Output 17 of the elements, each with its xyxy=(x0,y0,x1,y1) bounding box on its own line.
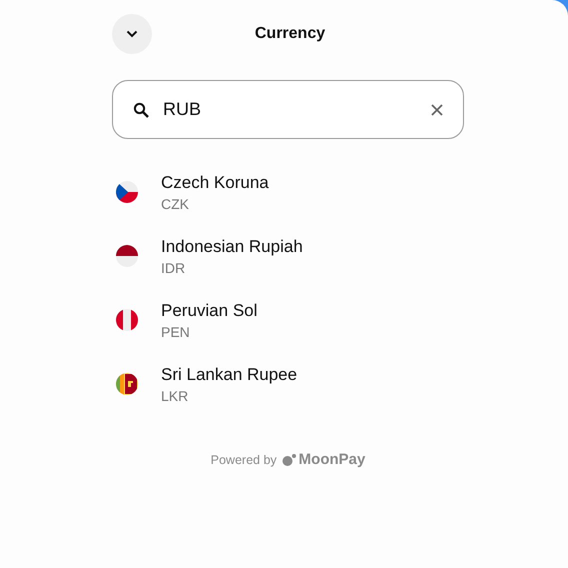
moon-logo-icon xyxy=(282,454,296,466)
currency-name[interactable]: Peruvian Sol xyxy=(161,300,258,320)
powered-by-label: Powered by xyxy=(210,452,277,466)
currency-name[interactable]: Czech Koruna xyxy=(161,172,269,192)
search-input[interactable]: RUB xyxy=(163,99,431,120)
search-field[interactable]: RUB xyxy=(112,80,464,139)
clear-icon[interactable] xyxy=(431,104,443,116)
currency-code: PEN xyxy=(161,324,191,340)
search-icon xyxy=(133,102,149,118)
chevron-down-icon xyxy=(126,30,138,38)
currency-name[interactable]: Sri Lankan Rupee xyxy=(161,364,298,384)
currency-code: CZK xyxy=(161,196,190,212)
brand-name: MoonPay xyxy=(298,451,366,468)
currency-code: IDR xyxy=(161,260,186,276)
currency-name[interactable]: Indonesian Rupiah xyxy=(161,236,303,256)
currency-code: LKR xyxy=(161,388,190,404)
page-title: Currency xyxy=(254,25,326,43)
